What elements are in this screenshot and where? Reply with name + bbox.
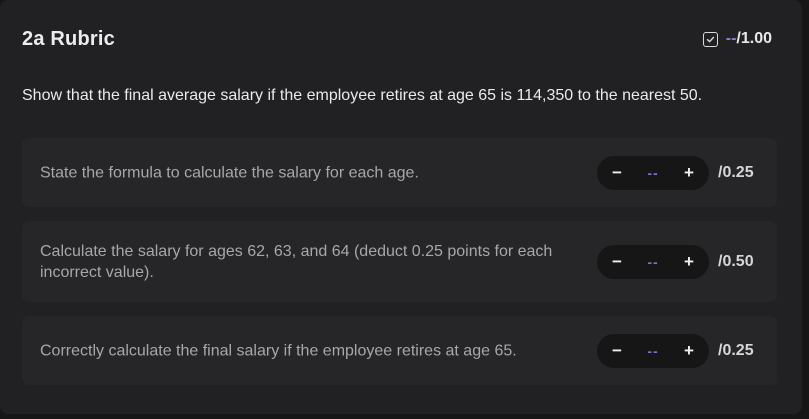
decrement-button[interactable]: − <box>611 341 623 361</box>
criterion-row: Calculate the salary for ages 62, 63, an… <box>22 221 777 302</box>
score-stepper: − -- + <box>597 155 709 190</box>
increment-button[interactable]: + <box>683 163 695 183</box>
rubric-panel: 2a Rubric --/1.00 Show that the final av… <box>0 0 802 414</box>
stepper-value[interactable]: -- <box>647 343 658 359</box>
total-score-max: /1.00 <box>736 30 772 47</box>
criterion-max-points: /0.25 <box>718 341 754 359</box>
criterion-text: State the formula to calculate the salar… <box>40 164 419 181</box>
stepper-value[interactable]: -- <box>647 165 658 181</box>
total-score-value: -- <box>725 30 737 47</box>
score-stepper: − -- + <box>597 333 709 368</box>
criterion-text: Calculate the salary for ages 62, 63, an… <box>40 242 553 281</box>
criterion-row: State the formula to calculate the salar… <box>22 138 777 207</box>
score-stepper: − -- + <box>597 244 709 279</box>
stepper-value[interactable]: -- <box>647 254 658 270</box>
increment-button[interactable]: + <box>683 341 695 361</box>
total-score: --/1.00 <box>702 30 772 48</box>
criterion-max-points: /0.25 <box>718 163 754 181</box>
decrement-button[interactable]: − <box>611 252 623 272</box>
rubric-header: 2a Rubric --/1.00 <box>22 24 772 54</box>
criterion-text: Correctly calculate the final salary if … <box>40 342 517 359</box>
criterion-row: Correctly calculate the final salary if … <box>22 316 777 385</box>
question-text: Show that the final average salary if th… <box>22 87 703 104</box>
decrement-button[interactable]: − <box>611 163 623 183</box>
rubric-title: 2a Rubric <box>22 27 115 50</box>
criterion-max-points: /0.50 <box>718 252 754 270</box>
checkbox-icon[interactable] <box>702 31 718 47</box>
increment-button[interactable]: + <box>683 252 695 272</box>
